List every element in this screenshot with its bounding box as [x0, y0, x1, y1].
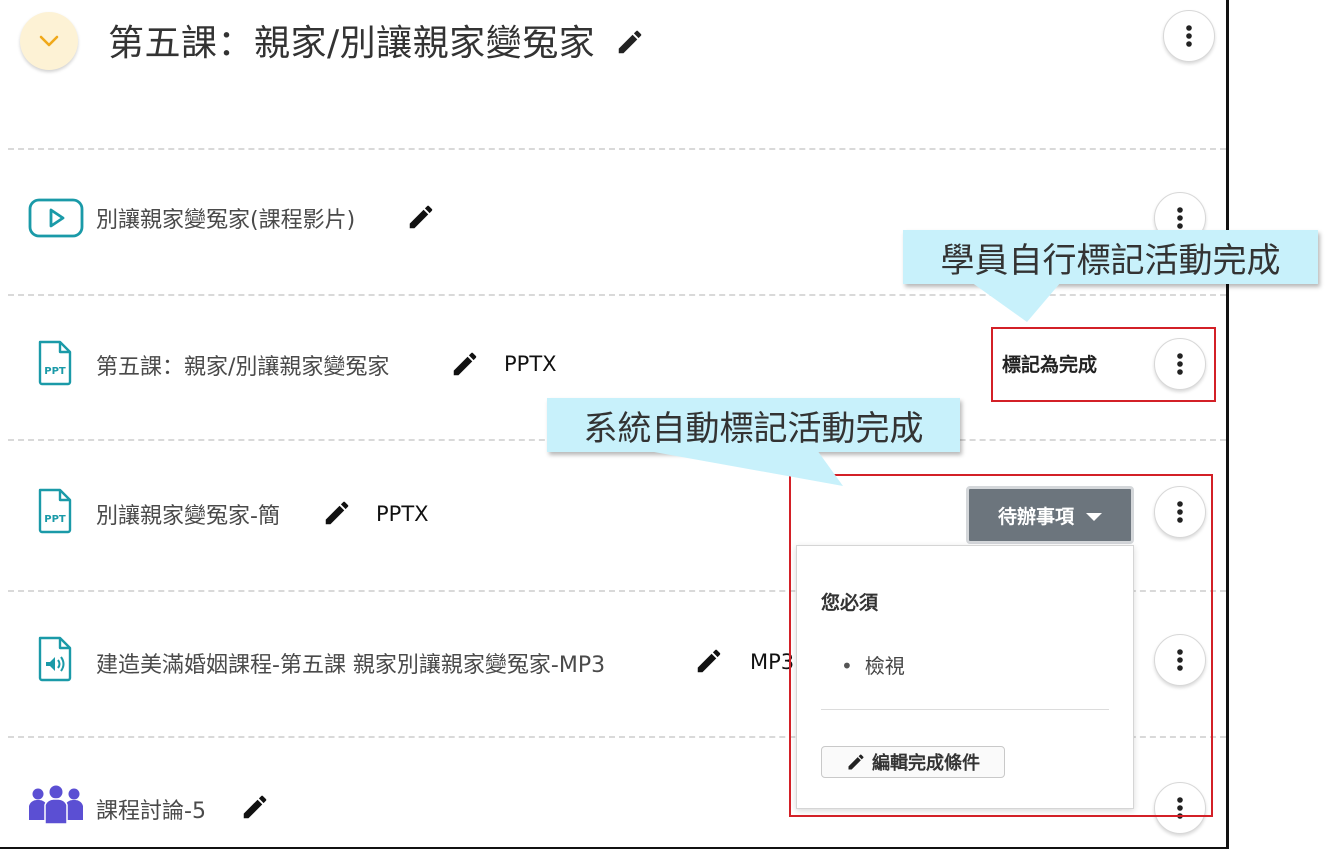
activity-type-badge: MP3: [750, 650, 795, 674]
manual-completion-highlight: [991, 327, 1216, 402]
svg-text:PPT: PPT: [44, 514, 66, 525]
callout-manual-text: 學員自行標記活動完成: [940, 240, 1281, 281]
callout-manual-completion: 學員自行標記活動完成: [903, 230, 1318, 322]
video-icon: [28, 198, 84, 238]
more-vertical-icon: [1177, 207, 1183, 229]
divider: [8, 148, 1226, 150]
ppt-file-icon: PPT: [38, 340, 72, 386]
section-collapse-toggle[interactable]: [20, 12, 78, 70]
pencil-icon[interactable]: [615, 27, 645, 57]
callout-pointer: [643, 450, 843, 486]
pencil-icon[interactable]: [694, 646, 724, 676]
activity-link-video[interactable]: 別讓親家變冤家(課程影片): [96, 202, 355, 234]
forum-icon: [29, 785, 83, 825]
activity-type-badge: PPTX: [376, 502, 429, 526]
activity-link-forum[interactable]: 課程討論-5: [96, 793, 206, 825]
svg-text:PPT: PPT: [44, 366, 66, 377]
section-menu-button[interactable]: [1163, 10, 1215, 62]
more-vertical-icon: [1186, 25, 1192, 47]
pencil-icon[interactable]: [450, 349, 480, 379]
activity-link-pptx[interactable]: 第五課：親家/別讓親家變冤家: [96, 349, 389, 381]
ppt-file-icon: PPT: [38, 488, 72, 534]
section-title: 第五課：親家/別讓親家變冤家: [108, 14, 645, 66]
callout-automatic-text: 系統自動標記活動完成: [583, 408, 924, 449]
activity-link-audio[interactable]: 建造美滿婚姻課程-第五課 親家別讓親家變冤家-MP3: [96, 647, 605, 679]
audio-file-icon: [38, 636, 72, 682]
activity-link-pptx[interactable]: 別讓親家變冤家-簡: [96, 498, 280, 530]
pencil-icon[interactable]: [240, 792, 270, 822]
chevron-down-icon: [39, 35, 59, 47]
automatic-completion-highlight: [789, 474, 1213, 817]
callout-pointer: [971, 282, 1061, 322]
pencil-icon[interactable]: [406, 202, 436, 232]
section-title-text: 第五課：親家/別讓親家變冤家: [108, 23, 596, 64]
pencil-icon[interactable]: [322, 498, 352, 528]
callout-automatic-completion: 系統自動標記活動完成: [547, 398, 960, 486]
activity-type-badge: PPTX: [504, 352, 557, 376]
